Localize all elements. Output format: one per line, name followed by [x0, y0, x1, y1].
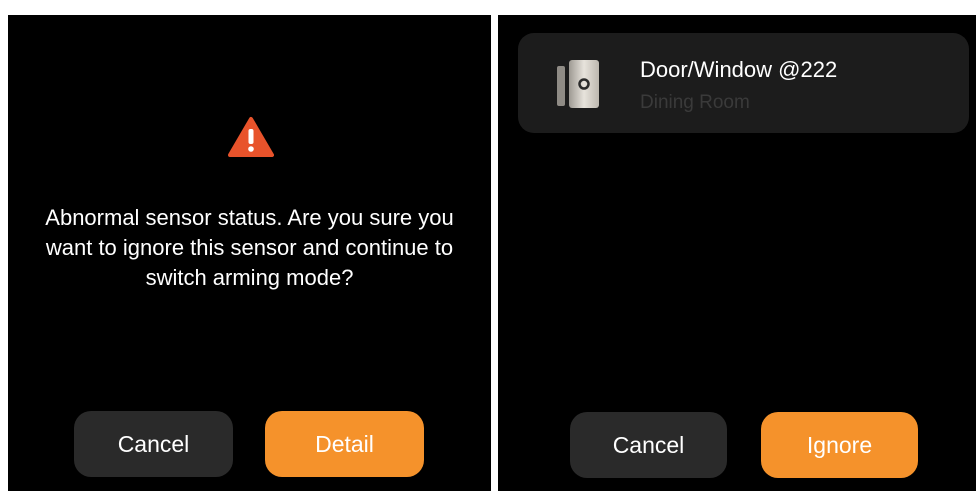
- sensor-name: Door/Window @222: [640, 57, 838, 82]
- cancel-button[interactable]: Cancel: [74, 411, 233, 477]
- dialog-message: Abnormal sensor status. Are you sure you…: [45, 205, 454, 290]
- detail-button[interactable]: Detail: [265, 411, 424, 477]
- ignore-button[interactable]: Ignore: [761, 412, 918, 478]
- confirm-dialog: Abnormal sensor status. Are you sure you…: [8, 15, 491, 491]
- door-window-sensor-icon: [557, 60, 599, 108]
- sensor-detail-dialog: Door/Window @222 Dining Room Cancel Igno…: [498, 15, 976, 491]
- warning-icon: [228, 117, 274, 157]
- sensor-card[interactable]: Door/Window @222 Dining Room: [518, 33, 969, 133]
- cancel-button[interactable]: Cancel: [570, 412, 727, 478]
- sensor-room: Dining Room: [640, 92, 750, 113]
